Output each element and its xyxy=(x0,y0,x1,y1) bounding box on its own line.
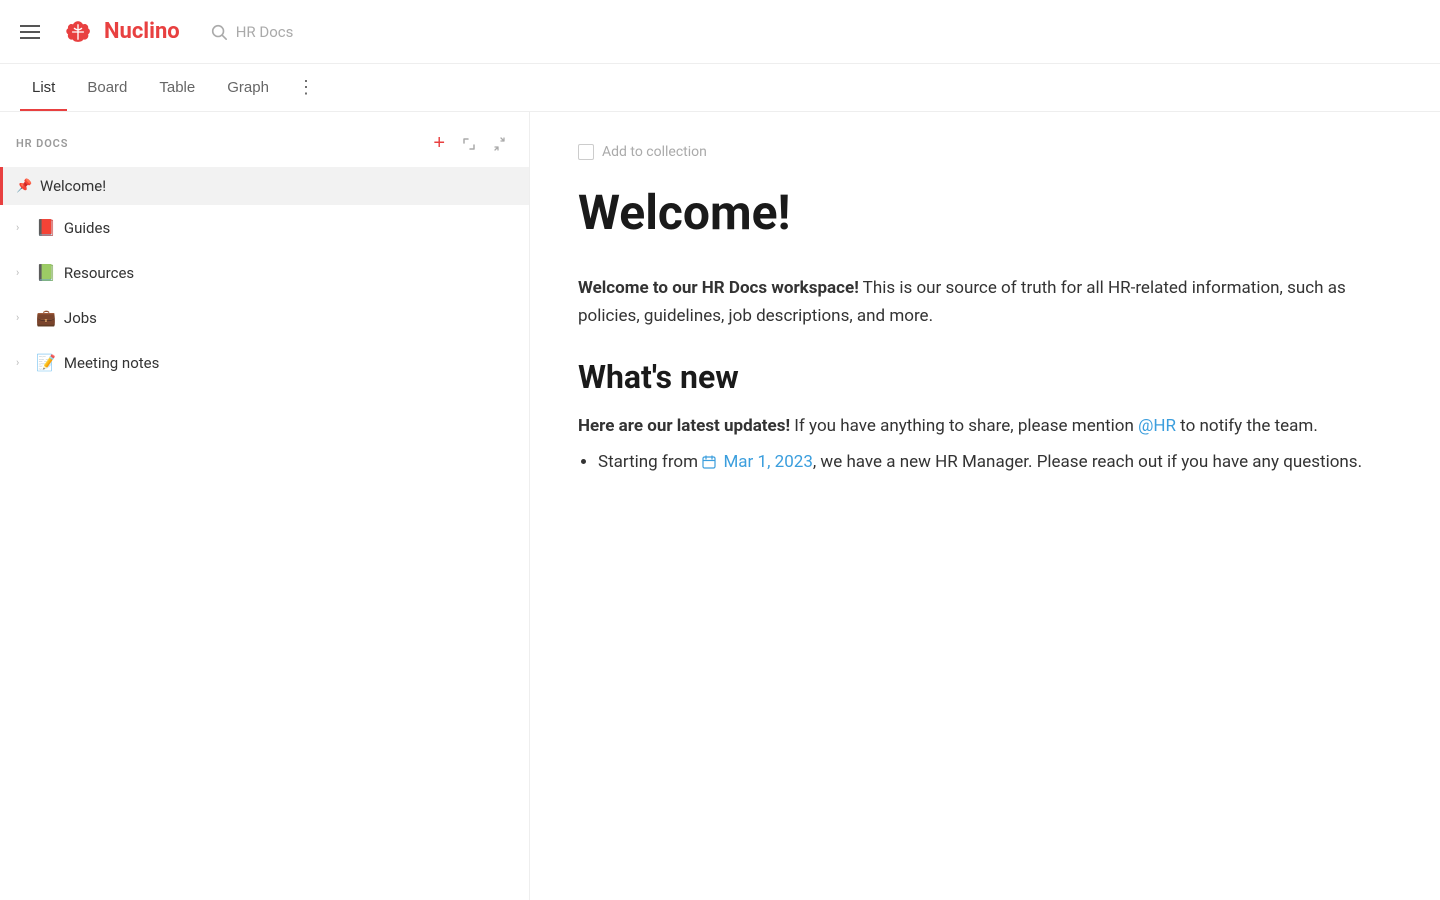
sidebar-actions: + xyxy=(429,128,513,159)
doc-title: Welcome! xyxy=(578,184,1392,242)
sidebar: HR DOCS + 📌 Welcome! xyxy=(0,112,530,900)
sidebar-item-welcome[interactable]: 📌 Welcome! xyxy=(0,167,529,205)
doc-intro-bold: Welcome to our HR Docs workspace! xyxy=(578,278,859,298)
tab-table[interactable]: Table xyxy=(147,64,207,111)
logo-text: Nuclino xyxy=(104,19,180,44)
list-item: Starting from Mar 1, 2023, we have a new… xyxy=(598,448,1392,476)
bullet-1-before: Starting from xyxy=(598,452,702,472)
search-icon xyxy=(210,23,228,41)
topbar: Nuclino HR Docs xyxy=(0,0,1440,64)
sidebar-item-jobs[interactable]: › 💼 Jobs xyxy=(0,295,529,340)
chevron-icon: › xyxy=(16,266,32,279)
sidebar-item-label: Jobs xyxy=(64,309,491,327)
sidebar-header: HR DOCS + xyxy=(0,112,529,167)
add-to-collection[interactable]: Add to collection xyxy=(578,144,1392,160)
sidebar-item-resources[interactable]: › 📗 Resources xyxy=(0,250,529,295)
whats-new-heading: What's new xyxy=(578,358,1392,396)
tab-board[interactable]: Board xyxy=(75,64,139,111)
main-area: HR DOCS + 📌 Welcome! xyxy=(0,112,1440,900)
tab-list[interactable]: List xyxy=(20,64,67,111)
resources-emoji: 📗 xyxy=(36,263,56,282)
doc-intro-section: Welcome to our HR Docs workspace! This i… xyxy=(578,274,1392,330)
copy-icon xyxy=(495,354,509,368)
jobs-emoji: 💼 xyxy=(36,308,56,327)
hamburger-icon xyxy=(20,25,40,39)
doc-intro-body: Welcome to our HR Docs workspace! This i… xyxy=(578,274,1392,330)
sidebar-item-label: Resources xyxy=(64,264,491,282)
expand-icon xyxy=(461,136,477,152)
calendar-icon xyxy=(702,455,716,469)
updates-bold: Here are our latest updates! xyxy=(578,416,790,436)
sidebar-item-guides[interactable]: › 📕 Guides xyxy=(0,205,529,250)
updates-body: Here are our latest updates! If you have… xyxy=(578,412,1392,440)
sidebar-item-label: Guides xyxy=(64,219,491,237)
search-area[interactable]: HR Docs xyxy=(210,23,294,41)
search-placeholder: HR Docs xyxy=(236,23,294,41)
expand-sidebar-button[interactable] xyxy=(457,132,481,156)
collection-checkbox[interactable] xyxy=(578,144,594,160)
add-item-button[interactable]: + xyxy=(429,128,449,159)
updates-section: Here are our latest updates! If you have… xyxy=(578,412,1392,476)
hamburger-button[interactable] xyxy=(20,21,48,43)
sidebar-item-label: Welcome! xyxy=(40,177,513,195)
updates-after-link: to notify the team. xyxy=(1176,416,1318,436)
collection-label: Add to collection xyxy=(602,144,707,160)
collapse-icon xyxy=(493,136,509,152)
updates-list: Starting from Mar 1, 2023, we have a new… xyxy=(578,448,1392,476)
logo[interactable]: Nuclino xyxy=(60,14,180,50)
copy-icon xyxy=(495,309,509,323)
chevron-icon: › xyxy=(16,221,32,234)
date-link[interactable]: Mar 1, 2023 xyxy=(723,452,812,472)
tab-graph[interactable]: Graph xyxy=(215,64,281,111)
copy-icon xyxy=(495,219,509,233)
view-tabs: List Board Table Graph ⋮ xyxy=(0,64,1440,112)
meeting-notes-emoji: 📝 xyxy=(36,353,56,372)
pin-icon: 📌 xyxy=(16,179,36,194)
sidebar-item-meeting-notes[interactable]: › 📝 Meeting notes xyxy=(0,340,529,385)
copy-icon xyxy=(495,264,509,278)
at-hr-link[interactable]: @HR xyxy=(1138,416,1176,436)
content-area: Add to collection Welcome! Welcome to ou… xyxy=(530,112,1440,900)
bullet-1-after: , we have a new HR Manager. Please reach… xyxy=(813,452,1362,472)
collapse-sidebar-button[interactable] xyxy=(489,132,513,156)
updates-rest: If you have anything to share, please me… xyxy=(790,416,1138,436)
sidebar-item-label: Meeting notes xyxy=(64,354,491,372)
tab-more-button[interactable]: ⋮ xyxy=(289,73,323,102)
guides-emoji: 📕 xyxy=(36,218,56,237)
logo-brain-icon xyxy=(60,14,96,50)
sidebar-title: HR DOCS xyxy=(16,137,68,150)
chevron-icon: › xyxy=(16,311,32,324)
chevron-icon: › xyxy=(16,356,32,369)
